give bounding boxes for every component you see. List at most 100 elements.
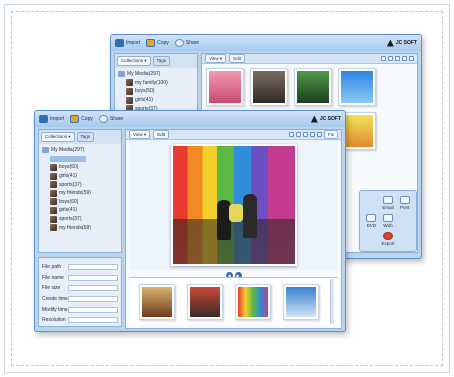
front-main-toolbar: View ▾ Edit Fix [126, 130, 341, 140]
back-main-toolbar: View ▾ Edit [202, 54, 417, 64]
brand-logo: JC SOFT [386, 39, 417, 47]
settings-icon[interactable] [409, 56, 414, 61]
prop-resolution: Resolution [42, 315, 118, 326]
copy-button[interactable]: Copy [70, 115, 93, 123]
rotate-icon[interactable] [296, 132, 301, 137]
email-action[interactable]: Email [381, 196, 396, 210]
rotate-icon[interactable] [402, 56, 407, 61]
file-name-field [68, 274, 118, 281]
filmstrip-thumbnail[interactable] [283, 283, 319, 320]
copy-icon [146, 39, 156, 47]
front-titlebar: Import Copy Share JC SOFT [35, 111, 345, 127]
zoom-icon[interactable] [381, 56, 386, 61]
tab-collections[interactable]: Collections ▾ [41, 132, 75, 142]
tree-item[interactable]: girls(41) [42, 172, 118, 181]
photo-thumbnail[interactable] [206, 68, 244, 106]
web-icon [382, 214, 393, 222]
photo-thumbnail[interactable] [250, 68, 288, 106]
photo-viewer [129, 140, 338, 270]
prop-file-path: File path [42, 262, 118, 273]
thumbnail-icon [50, 181, 57, 189]
create-time-field [68, 296, 118, 303]
tree-item[interactable]: boys(60) [42, 163, 118, 172]
thumbnail-icon [50, 198, 57, 206]
tree-item[interactable]: girls(41) [118, 96, 194, 105]
prop-file-size: File size [42, 283, 118, 294]
copy-icon [70, 115, 80, 123]
dvd-action[interactable]: DVD [364, 214, 379, 228]
tab-tags[interactable]: Tags [76, 132, 95, 142]
grid-icon[interactable] [388, 56, 393, 61]
thumbnail-icon [126, 87, 133, 95]
email-icon [382, 196, 393, 204]
file-properties-panel: File path File name File size Create tim… [38, 257, 122, 327]
tree-item[interactable]: girls(41) [42, 206, 118, 215]
import-button[interactable]: Import [115, 39, 140, 47]
share-icon [98, 115, 108, 123]
prop-modify-time: Modify time [42, 304, 118, 315]
tree-item[interactable]: my friends(59) [42, 189, 118, 198]
modify-time-field [68, 306, 118, 313]
back-titlebar: Import Copy Share JC SOFT [111, 35, 421, 51]
import-icon [39, 115, 48, 123]
print-icon [399, 196, 410, 204]
photo-figure [242, 194, 257, 238]
tree-item[interactable]: my friends(59) [42, 223, 118, 232]
zoom-in-icon[interactable] [303, 132, 308, 137]
print-action[interactable]: Print [397, 196, 412, 210]
edit-button[interactable]: Edit [229, 54, 245, 63]
photo-thumbnail[interactable] [338, 68, 376, 106]
photo-thumbnail[interactable] [294, 68, 332, 106]
web-action[interactable]: Web [381, 214, 396, 228]
filmstrip-thumbnail[interactable] [235, 283, 271, 320]
front-window: Import Copy Share JC SOFT Collections ▾ … [34, 110, 346, 332]
main-photo[interactable] [170, 144, 297, 266]
export-icon [382, 232, 393, 240]
share-button[interactable]: Share [174, 39, 199, 47]
thumbnail-icon [126, 96, 133, 104]
sidebar-tabs: Collections ▾ Tags [115, 54, 197, 68]
filmstrip-scrollbar[interactable] [330, 279, 334, 324]
brand-icon [386, 39, 394, 47]
thumbnail-icon [50, 206, 57, 214]
view-button[interactable]: View ▾ [205, 54, 227, 63]
view-button[interactable]: View ▾ [129, 130, 151, 139]
tree-item[interactable]: sports(37) [42, 215, 118, 224]
filmstrip [129, 277, 338, 325]
thumbnail-icon [50, 224, 57, 232]
share-button[interactable]: Share [98, 115, 123, 123]
crop-icon[interactable] [289, 132, 294, 137]
filmstrip-thumbnail[interactable] [187, 283, 223, 320]
tree-item[interactable]: my family(100) [118, 79, 194, 88]
tree-item-selected[interactable] [42, 155, 118, 164]
folder-icon [42, 147, 49, 154]
file-path-field [68, 264, 118, 271]
tab-tags[interactable]: Tags [152, 56, 171, 66]
sidebar-tabs: Collections ▾ Tags [39, 130, 121, 144]
tree-root[interactable]: My Media(297) [118, 70, 194, 79]
import-icon [115, 39, 124, 47]
brand-icon [310, 115, 318, 123]
tree-item[interactable]: boys(60) [42, 198, 118, 207]
copy-button[interactable]: Copy [146, 39, 169, 47]
front-main-panel: View ▾ Edit Fix ◀ ▶ [125, 129, 342, 329]
front-sidebar: Collections ▾ Tags My Media(297) boys(60… [38, 129, 122, 253]
tree-root[interactable]: My Media(297) [42, 146, 118, 155]
brand-logo: JC SOFT [310, 115, 341, 123]
import-button[interactable]: Import [39, 115, 64, 123]
tree-item[interactable]: boys(50) [118, 87, 194, 96]
share-actions-panel: Email Print DVD Web Export [359, 190, 417, 252]
sort-icon[interactable] [395, 56, 400, 61]
thumbnail-icon [50, 172, 57, 180]
filmstrip-thumbnail[interactable] [139, 283, 175, 320]
edit-button[interactable]: Edit [153, 130, 169, 139]
fix-button[interactable]: Fix [324, 130, 338, 139]
export-action[interactable]: Export [381, 232, 396, 246]
share-icon [174, 39, 184, 47]
tree-item[interactable]: sports(37) [42, 180, 118, 189]
tab-collections[interactable]: Collections ▾ [117, 56, 151, 66]
thumbnail-icon [50, 189, 57, 197]
add-icon[interactable] [317, 132, 322, 137]
prop-create-time: Create time [42, 294, 118, 305]
zoom-out-icon[interactable] [310, 132, 315, 137]
